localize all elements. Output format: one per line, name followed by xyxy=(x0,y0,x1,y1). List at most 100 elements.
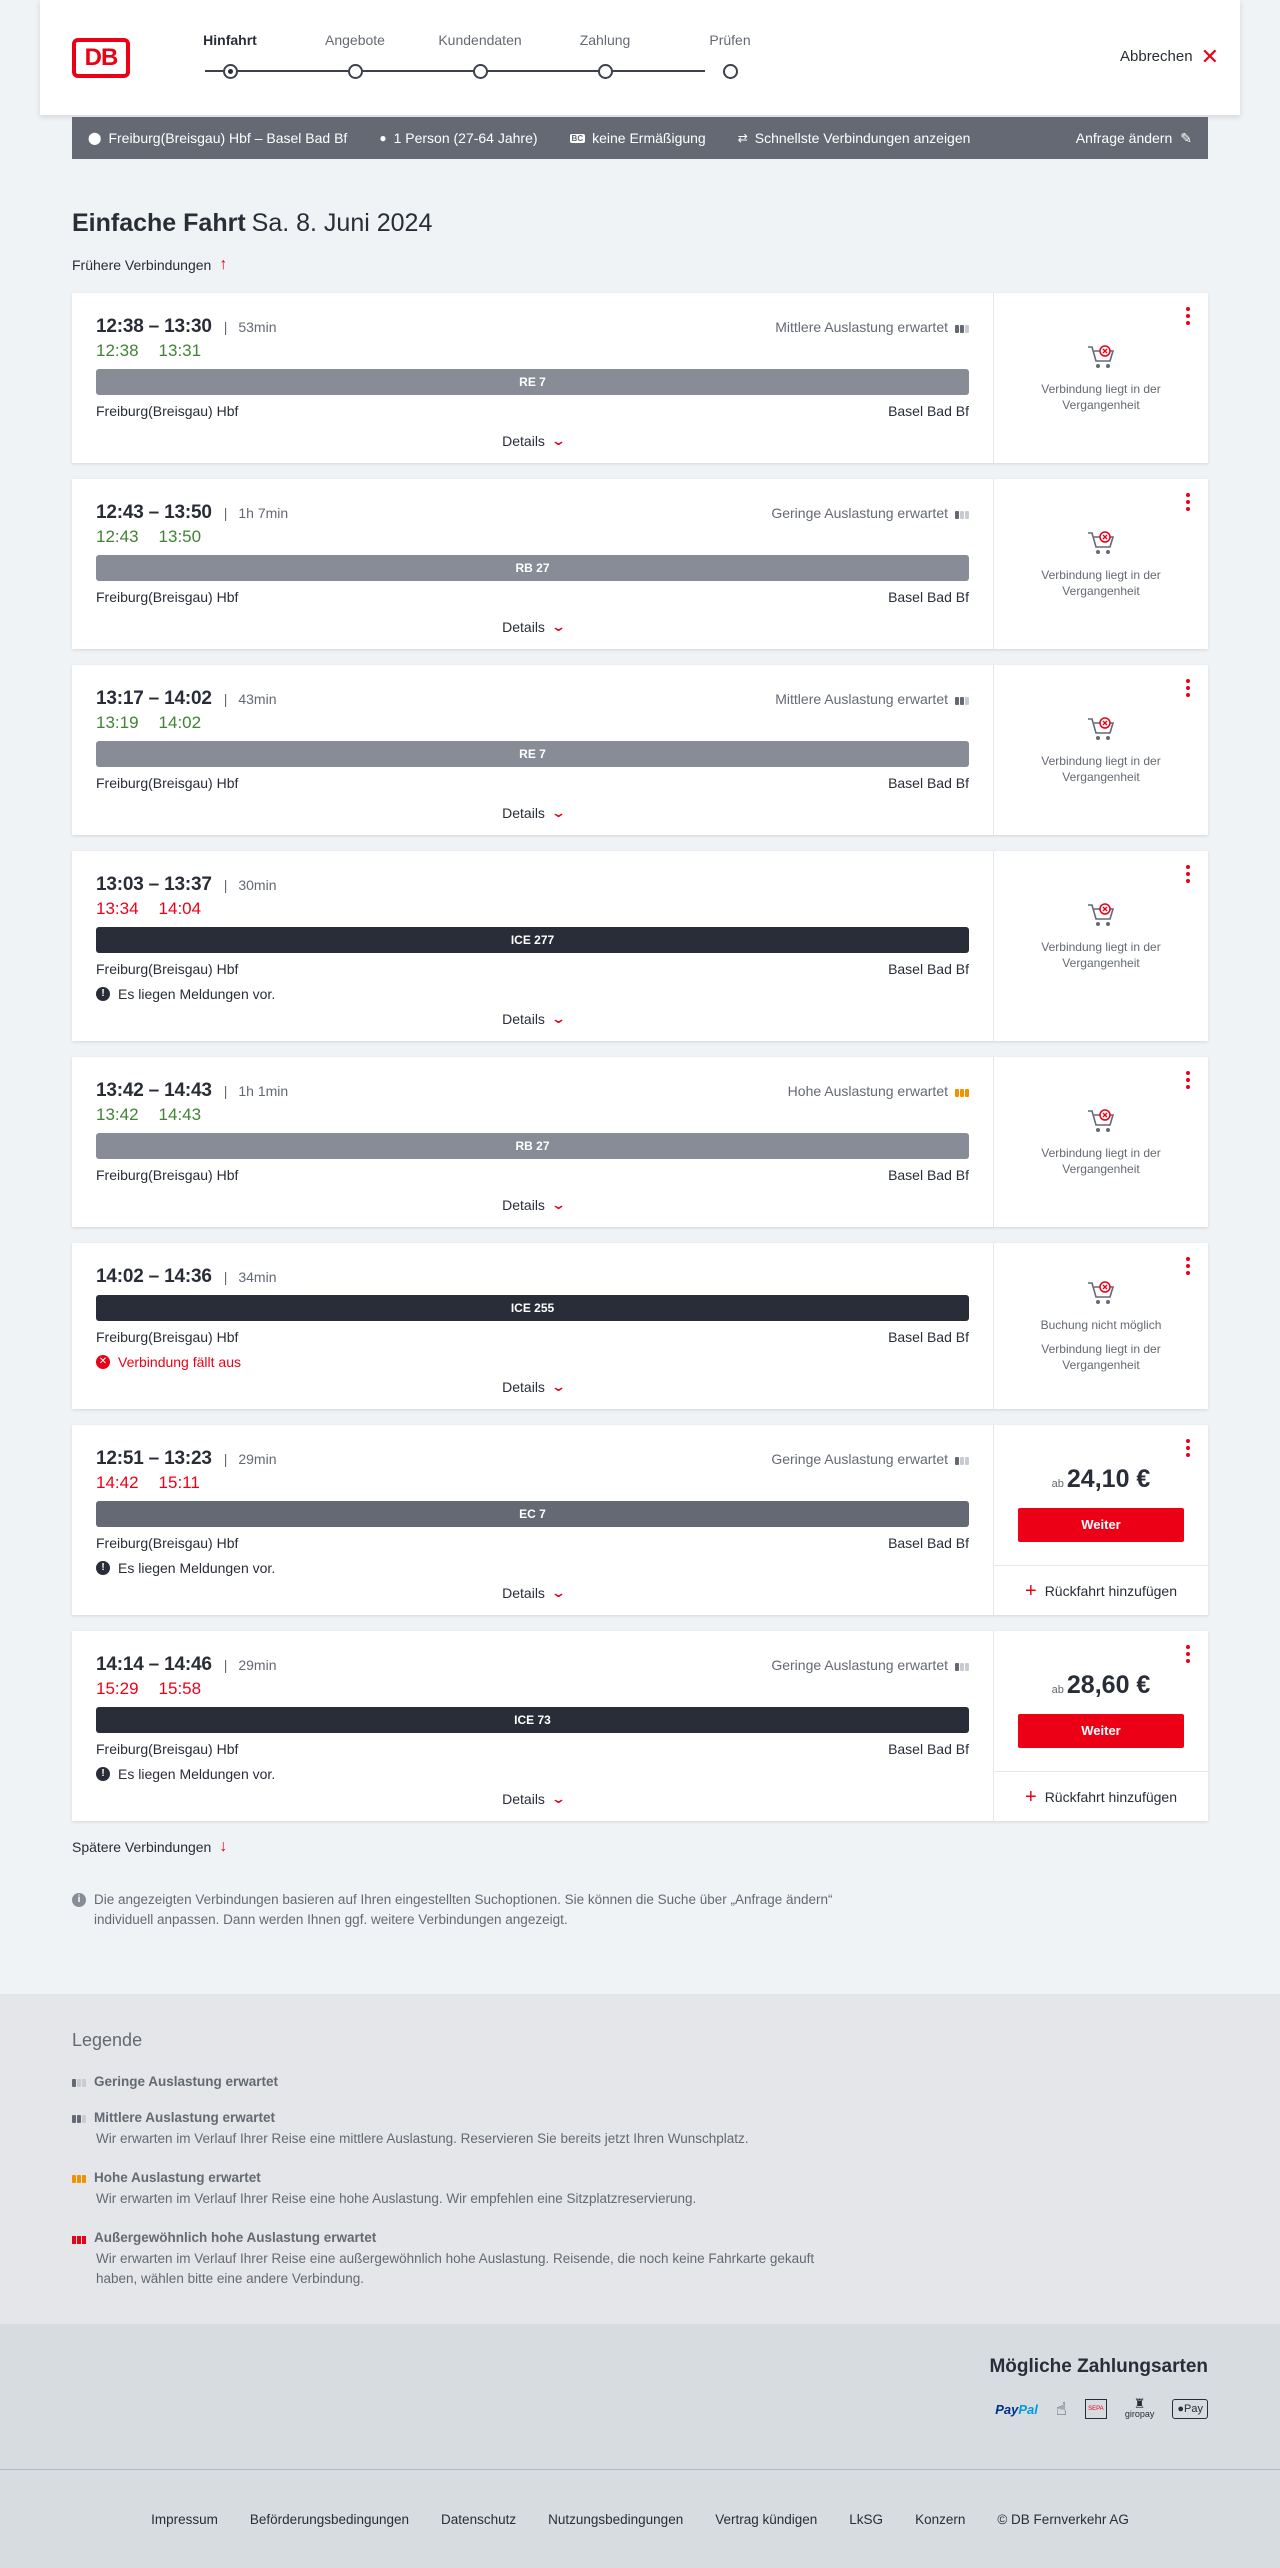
paypal-b: Pal xyxy=(1018,2401,1038,2417)
train-bar[interactable]: ICE 73 xyxy=(96,1707,969,1733)
arrival-station: Basel Bad Bf xyxy=(888,1167,969,1183)
earlier-connections-link[interactable]: Frühere Verbindungen ↑ xyxy=(72,256,227,274)
footer-link-datenschutz[interactable]: Datenschutz xyxy=(441,2512,516,2527)
time-row: 12:38 – 13:30 | 53min Mittlere Auslastung e… xyxy=(96,316,969,337)
add-return-button[interactable]: + Rückfahrt hinzufügen xyxy=(994,1771,1208,1821)
connection-card[interactable]: 13:42 – 14:43 | 1h 1min Hohe Auslastung erw… xyxy=(72,1057,1208,1227)
price-block: ab 24,10 € Weiter xyxy=(994,1465,1208,1542)
step-angebote: Angebote xyxy=(305,32,405,79)
load-indicator: Mittlere Auslastung erwartet xyxy=(775,319,969,335)
train-bar[interactable]: ICE 255 xyxy=(96,1295,969,1321)
planned-times: 12:51 – 13:23 xyxy=(96,1448,212,1469)
train-bar[interactable]: RE 7 xyxy=(96,741,969,767)
arrival-station: Basel Bad Bf xyxy=(888,1329,969,1345)
side-message: Verbindung liegt in der Vergangenheit xyxy=(1041,568,1161,598)
details-toggle[interactable]: Details ⌄ xyxy=(72,1379,994,1395)
pencil-icon: ✎ xyxy=(1180,129,1192,146)
more-options-icon[interactable] xyxy=(1186,865,1192,886)
realtime-departure: 14:42 xyxy=(96,1473,139,1492)
legend-head: Hohe Auslastung erwartet xyxy=(72,2170,872,2185)
more-options-icon[interactable] xyxy=(1186,1439,1192,1460)
separator: | xyxy=(223,319,228,335)
alert-circle-icon: ! xyxy=(96,987,110,1001)
add-return-button[interactable]: + Rückfahrt hinzufügen xyxy=(994,1565,1208,1615)
train-bar[interactable]: RB 27 xyxy=(96,1133,969,1159)
step-label: Prüfen xyxy=(709,32,751,48)
connection-card[interactable]: 12:51 – 13:23 | 29min Geringe Auslastung er… xyxy=(72,1425,1208,1615)
paypal-icon: Pay Pal xyxy=(995,2396,1038,2422)
connection-card[interactable]: 12:43 – 13:50 | 1h 7min Geringe Auslastung … xyxy=(72,479,1208,649)
more-options-icon[interactable] xyxy=(1186,1257,1192,1278)
realtime-row: 12:38 13:31 xyxy=(96,341,969,361)
more-options-icon[interactable] xyxy=(1186,1645,1192,1666)
train-bar[interactable]: EC 7 xyxy=(96,1501,969,1527)
more-options-icon[interactable] xyxy=(1186,679,1192,700)
step-pruefen: Prüfen xyxy=(680,32,780,79)
change-request-button[interactable]: Anfrage ändern ✎ xyxy=(1076,130,1192,147)
train-bar[interactable]: ICE 277 xyxy=(96,927,969,953)
giropay-icon: ♜ giropay xyxy=(1125,2396,1155,2422)
footer-link-nutzung[interactable]: Nutzungsbedingungen xyxy=(548,2512,683,2527)
planned-times: 14:02 – 14:36 xyxy=(96,1266,212,1287)
footer-link-vertrag[interactable]: Vertrag kündigen xyxy=(715,2512,817,2527)
footer-link-konzern[interactable]: Konzern xyxy=(915,2512,965,2527)
continue-button[interactable]: Weiter xyxy=(1018,1508,1184,1542)
footer-link-lksg[interactable]: LkSG xyxy=(849,2512,883,2527)
footer-link-impressum[interactable]: Impressum xyxy=(151,2512,218,2527)
legend-desc: Wir erwarten im Verlauf Ihrer Reise eine… xyxy=(96,2131,749,2146)
cart-unavailable-icon xyxy=(1088,531,1115,554)
departure-station: Freiburg(Breisgau) Hbf xyxy=(96,1167,239,1183)
step-label: Kundendaten xyxy=(438,32,522,48)
medium-load-icon xyxy=(72,2112,86,2123)
later-connections-link[interactable]: Spätere Verbindungen ↓ xyxy=(72,1838,227,1856)
step-zahlung: Zahlung xyxy=(555,32,655,79)
realtime-row: 13:19 14:02 xyxy=(96,713,969,733)
step-label: Zahlung xyxy=(579,32,631,48)
giropay-symbol: ♜ xyxy=(1133,2396,1146,2411)
cancel-button[interactable]: Abbrechen ✕ xyxy=(1120,45,1240,67)
db-logo[interactable]: DB xyxy=(72,38,130,78)
duration: 34min xyxy=(238,1269,277,1285)
route-summary[interactable]: ⬤ Freiburg(Breisgau) Hbf – Basel Bad Bf xyxy=(88,130,347,146)
fastest-text: Schnellste Verbindungen anzeigen xyxy=(754,130,971,146)
details-toggle[interactable]: Details ⌄ xyxy=(72,1197,994,1213)
connection-card[interactable]: 14:02 – 14:36 | 34min ICE 255 Freiburg(Breis… xyxy=(72,1243,1208,1409)
more-options-icon[interactable] xyxy=(1186,1071,1192,1092)
continue-button[interactable]: Weiter xyxy=(1018,1714,1184,1748)
legend-desc: Wir erwarten im Verlauf Ihrer Reise eine… xyxy=(96,2251,815,2286)
details-toggle[interactable]: Details ⌄ xyxy=(72,1791,994,1807)
realtime-departure: 13:34 xyxy=(96,899,139,918)
later-label: Spätere Verbindungen xyxy=(72,1839,212,1855)
details-label: Details xyxy=(502,805,545,821)
legend-head-text: Geringe Auslastung erwartet xyxy=(94,2074,279,2089)
info-icon: i xyxy=(72,1893,86,1907)
duration: 53min xyxy=(238,319,277,335)
price-prefix: ab xyxy=(1051,1684,1064,1696)
details-toggle[interactable]: Details ⌄ xyxy=(72,1011,994,1027)
giropay-label: giropay xyxy=(1124,2409,1155,2419)
time-row: 13:42 – 14:43 | 1h 1min Hohe Auslastung erw… xyxy=(96,1080,969,1101)
discount-summary[interactable]: BC keine Ermäßigung xyxy=(569,130,706,146)
connection-card[interactable]: 13:03 – 13:37 | 30min 13:34 14:04 ICE 277 Frei… xyxy=(72,851,1208,1041)
train-bar[interactable]: RB 27 xyxy=(96,555,969,581)
separator: | xyxy=(223,1451,228,1467)
details-toggle[interactable]: Details ⌄ xyxy=(72,805,994,821)
connection-card[interactable]: 12:38 – 13:30 | 53min Mittlere Auslastung e… xyxy=(72,293,1208,463)
load-indicator: Hohe Auslastung erwartet xyxy=(788,1083,969,1099)
details-toggle[interactable]: Details ⌄ xyxy=(72,619,994,635)
apple-pay-label: Pay xyxy=(1184,2403,1203,2415)
train-bar[interactable]: RE 7 xyxy=(96,369,969,395)
connection-card[interactable]: 14:14 – 14:46 | 29min Geringe Auslastung er… xyxy=(72,1631,1208,1821)
details-toggle[interactable]: Details ⌄ xyxy=(72,433,994,449)
more-options-icon[interactable] xyxy=(1186,493,1192,514)
separator: | xyxy=(223,877,228,893)
exceptional-load-icon xyxy=(72,2232,86,2244)
stations-row: Freiburg(Breisgau) Hbf Basel Bad Bf xyxy=(96,1535,969,1551)
footer-link-befoerderung[interactable]: Beförderungsbedingungen xyxy=(250,2512,409,2527)
details-toggle[interactable]: Details ⌄ xyxy=(72,1585,994,1601)
connection-card[interactable]: 13:17 – 14:02 | 43min Mittlere Auslastung e… xyxy=(72,665,1208,835)
more-options-icon[interactable] xyxy=(1186,307,1192,328)
fastest-summary[interactable]: ⇄ Schnellste Verbindungen anzeigen xyxy=(738,130,971,146)
step-label: Angebote xyxy=(325,32,385,48)
passenger-summary[interactable]: ● 1 Person (27-64 Jahre) xyxy=(379,130,537,146)
